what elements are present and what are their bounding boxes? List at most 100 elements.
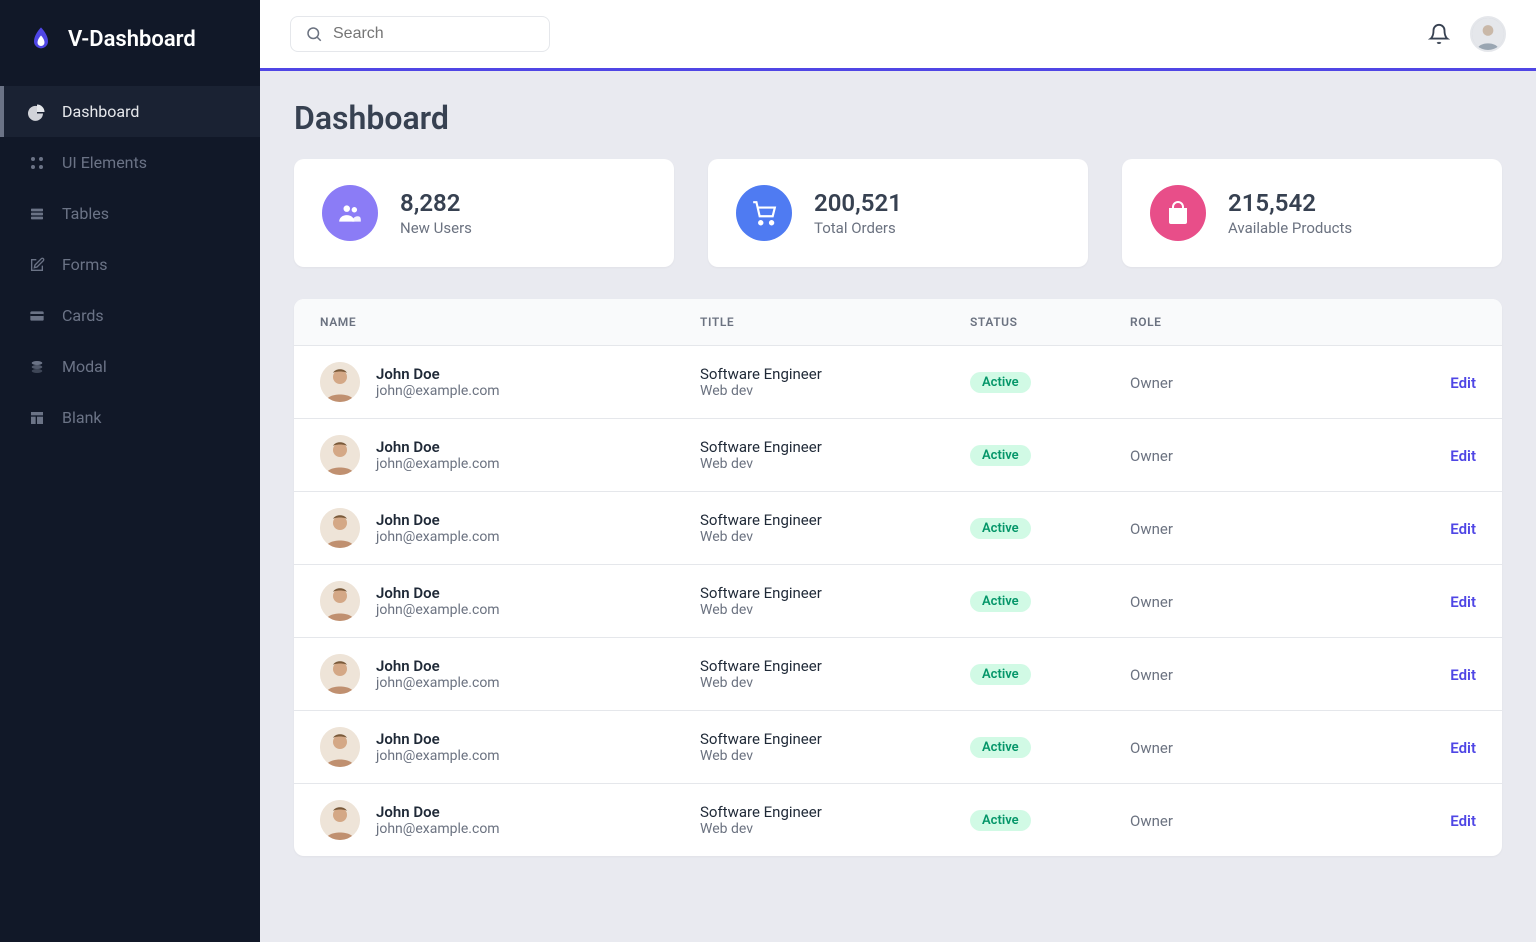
bag-icon [1150,185,1206,241]
row-email: john@example.com [376,383,500,399]
edit-link[interactable]: Edit [1450,593,1476,611]
user-avatar[interactable] [1470,16,1506,52]
row-title: Software Engineer [700,803,970,821]
layout-icon [28,409,46,427]
stat-label: Total Orders [814,219,902,237]
row-title: Software Engineer [700,584,970,602]
row-avatar [320,362,360,402]
stack-icon [28,205,46,223]
table-row: John Doejohn@example.com Software Enginee… [294,419,1502,492]
row-email: john@example.com [376,529,500,545]
table-row: John Doejohn@example.com Software Enginee… [294,492,1502,565]
stat-label: Available Products [1228,219,1352,237]
search-input[interactable] [333,25,535,43]
stat-value: 8,282 [400,189,472,217]
row-role: Owner [1130,593,1173,611]
row-subtitle: Web dev [700,529,970,545]
row-name: John Doe [376,803,500,821]
sidebar-item-modal[interactable]: Modal [0,341,260,392]
edit-link[interactable]: Edit [1450,374,1476,392]
row-title: Software Engineer [700,657,970,675]
stat-cards: 8,282 New Users 200,521 Total Orders 215,542… [294,159,1502,267]
sidebar-item-ui-elements[interactable]: UI Elements [0,137,260,188]
table-body: John Doejohn@example.comSoftware Enginee… [294,346,1502,856]
sidebar-item-forms[interactable]: Forms [0,239,260,290]
row-subtitle: Web dev [700,748,970,764]
row-name: John Doe [376,584,500,602]
page-title: Dashboard [294,99,1502,137]
stat-card-new-users[interactable]: 8,282 New Users [294,159,674,267]
search-icon [305,25,323,43]
edit-link[interactable]: Edit [1450,739,1476,757]
row-name: John Doe [376,365,500,383]
table-row: John Doejohn@example.com Software Enginee… [294,565,1502,638]
row-subtitle: Web dev [700,602,970,618]
edit-link[interactable]: Edit [1450,520,1476,538]
row-avatar [320,435,360,475]
edit-icon [28,256,46,274]
status-badge: Active [970,737,1031,758]
row-subtitle: Web dev [700,456,970,472]
row-email: john@example.com [376,602,500,618]
stat-value: 215,542 [1228,189,1352,217]
bell-icon[interactable] [1428,23,1450,45]
row-name: John Doe [376,438,500,456]
sidebar-item-tables[interactable]: Tables [0,188,260,239]
table-row: John Doejohn@example.comSoftware Enginee… [294,638,1502,711]
row-email: john@example.com [376,748,500,764]
sidebar-item-cards[interactable]: Cards [0,290,260,341]
topbar-right [1428,16,1506,52]
th-title: TITLE [700,315,970,329]
row-name: John Doe [376,730,500,748]
row-email: john@example.com [376,456,500,472]
sidebar: V-Dashboard Dashboard UI ElementsTables Fo… [0,0,260,942]
edit-link[interactable]: Edit [1450,447,1476,465]
table-header-row: NAME TITLE STATUS ROLE [294,299,1502,346]
sidebar-item-label: Forms [62,255,108,274]
sidebar-item-blank[interactable]: Blank [0,392,260,443]
sidebar-item-label: Modal [62,357,107,376]
edit-link[interactable]: Edit [1450,812,1476,830]
edit-link[interactable]: Edit [1450,666,1476,684]
sidebar-item-label: Dashboard [62,102,139,121]
users-table: NAME TITLE STATUS ROLE John Doejohn@exam… [294,299,1502,856]
grid-icon [28,154,46,172]
status-badge: Active [970,445,1031,466]
row-email: john@example.com [376,675,500,691]
row-title: Software Engineer [700,365,970,383]
layers-icon [28,358,46,376]
table-row: John Doejohn@example.comSoftware Enginee… [294,784,1502,856]
row-role: Owner [1130,812,1173,830]
sidebar-nav: Dashboard UI ElementsTables Forms Cards Moda… [0,86,260,443]
row-role: Owner [1130,447,1173,465]
brand-name: V-Dashboard [68,27,196,52]
stat-label: New Users [400,219,472,237]
row-name: John Doe [376,511,500,529]
search-box[interactable] [290,16,550,52]
stat-value: 200,521 [814,189,902,217]
status-badge: Active [970,591,1031,612]
flame-logo-icon [26,24,56,54]
row-avatar [320,581,360,621]
content: Dashboard 8,282 New Users 200,521 Total Ord… [260,71,1536,884]
row-avatar [320,727,360,767]
stat-card-total-orders[interactable]: 200,521 Total Orders [708,159,1088,267]
sidebar-item-label: Cards [62,306,104,325]
status-badge: Active [970,372,1031,393]
topbar [260,0,1536,71]
cart-icon [736,185,792,241]
th-edit [1416,315,1476,329]
brand[interactable]: V-Dashboard [0,0,260,86]
row-title: Software Engineer [700,511,970,529]
th-name: NAME [320,315,700,329]
row-role: Owner [1130,666,1173,684]
status-badge: Active [970,810,1031,831]
row-avatar [320,654,360,694]
row-subtitle: Web dev [700,383,970,399]
users-icon [322,185,378,241]
row-subtitle: Web dev [700,821,970,837]
row-title: Software Engineer [700,438,970,456]
sidebar-item-dashboard[interactable]: Dashboard [0,86,260,137]
sidebar-item-label: Blank [62,408,102,427]
stat-card-available-products[interactable]: 215,542 Available Products [1122,159,1502,267]
